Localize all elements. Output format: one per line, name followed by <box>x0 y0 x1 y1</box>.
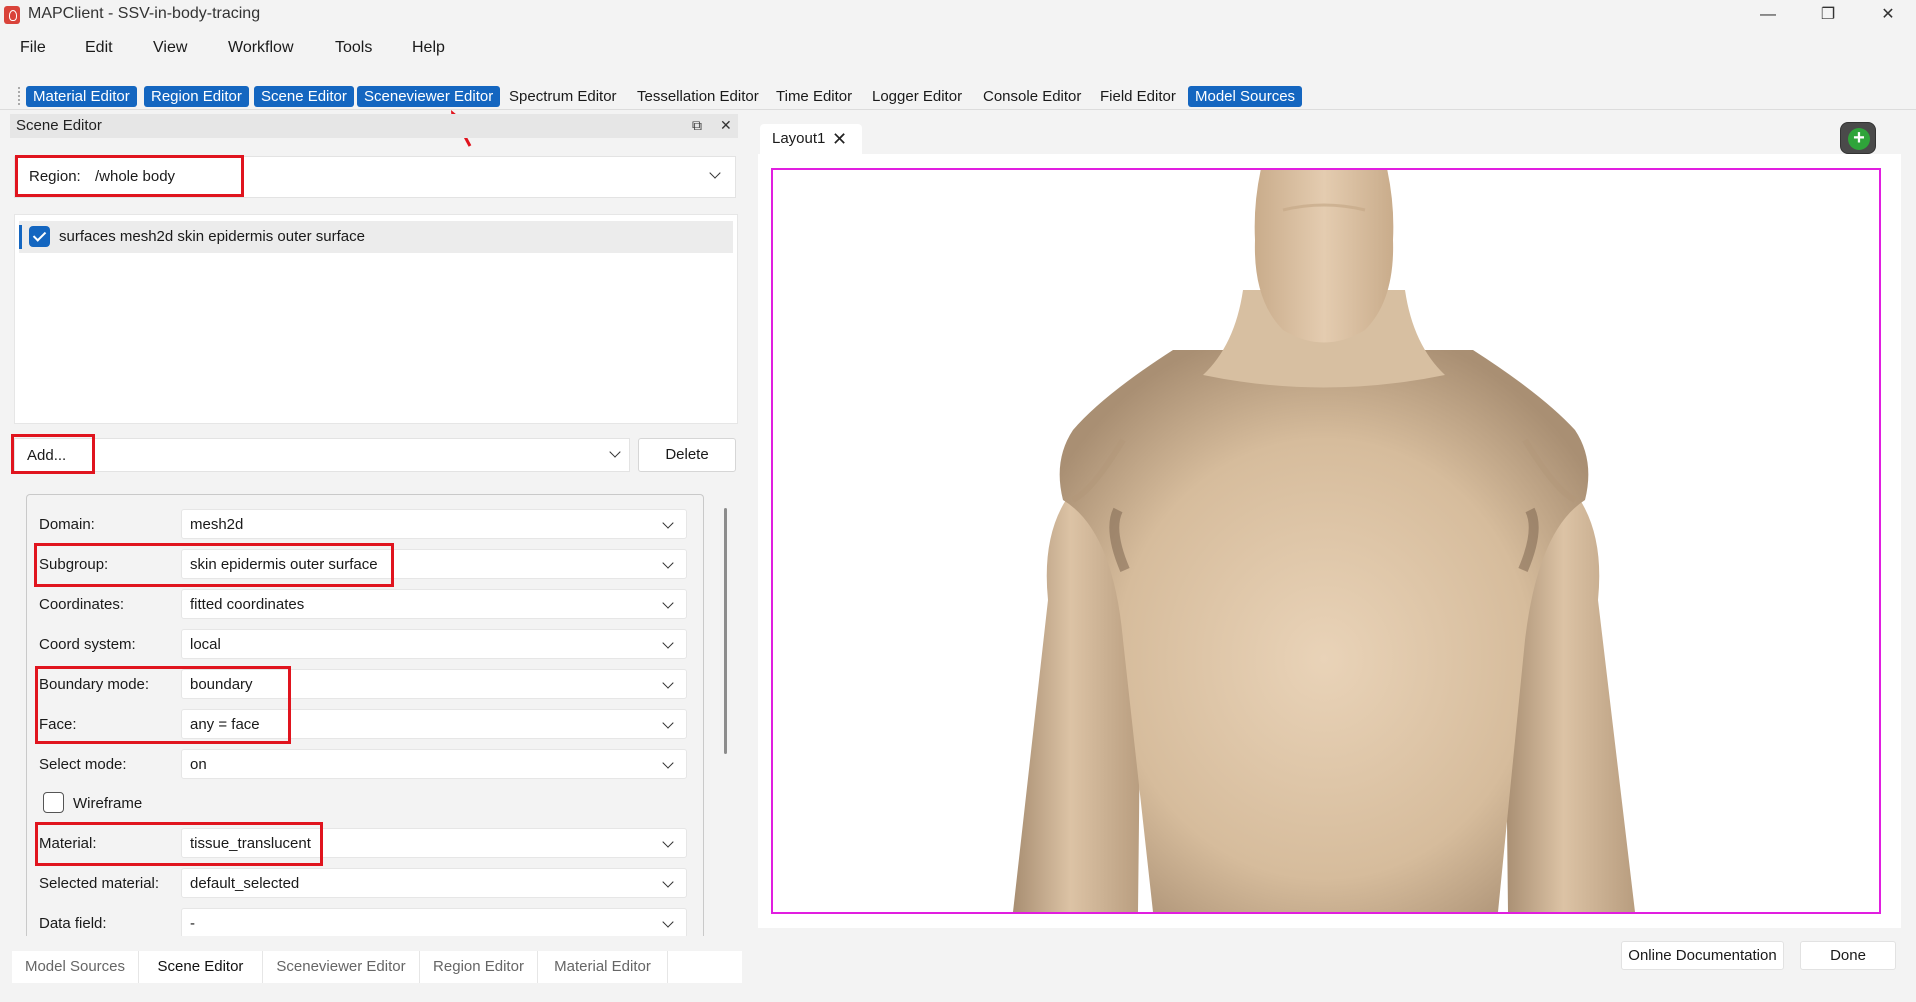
coord-system-row: Coord system: local <box>27 629 687 659</box>
tab-sceneviewer-editor[interactable]: Sceneviewer Editor <box>263 951 420 983</box>
toolbar-console-editor[interactable]: Console Editor <box>976 86 1088 107</box>
chevron-down-icon <box>662 717 674 729</box>
chevron-down-icon <box>609 446 621 458</box>
selected-material-dropdown[interactable]: default_selected <box>181 868 687 898</box>
toolbar-spectrum-editor[interactable]: Spectrum Editor <box>502 86 624 107</box>
chevron-down-icon <box>662 757 674 769</box>
toolbar-field-editor[interactable]: Field Editor <box>1093 86 1183 107</box>
toolbar-logger-editor[interactable]: Logger Editor <box>865 86 969 107</box>
add-graphics-dropdown[interactable]: Add... <box>14 438 630 472</box>
toolbar-scene-editor[interactable]: Scene Editor <box>254 86 354 107</box>
3d-viewport[interactable] <box>771 168 1881 914</box>
layout-tab[interactable]: Layout1 ✕ <box>760 124 862 154</box>
data-field-label: Data field: <box>39 915 107 932</box>
online-documentation-button[interactable]: Online Documentation <box>1621 941 1784 970</box>
editor-toolbar: Material Editor Region Editor Scene Edit… <box>0 84 1916 110</box>
window-title: MAPClient - SSV-in-body-tracing <box>28 5 261 22</box>
menu-view[interactable]: View <box>153 39 187 57</box>
scene-editor-dock-title: Scene Editor ⧉ ✕ <box>10 114 738 138</box>
domain-value: mesh2d <box>190 516 244 533</box>
chevron-down-icon <box>662 677 674 689</box>
graphics-list: surfaces mesh2d skin epidermis outer sur… <box>14 214 738 424</box>
annotation-highlight-material <box>35 822 323 866</box>
annotation-highlight-add <box>11 434 95 474</box>
data-field-row: Data field: - <box>27 908 687 936</box>
annotation-highlight-boundary-face <box>35 666 291 744</box>
mapclient-app-icon <box>4 6 20 24</box>
tab-material-editor[interactable]: Material Editor <box>538 951 668 983</box>
body-model-render <box>1013 170 1635 912</box>
domain-dropdown[interactable]: mesh2d <box>181 509 687 539</box>
selection-indicator <box>19 225 22 249</box>
dock-title-text: Scene Editor <box>16 117 102 134</box>
add-layout-button[interactable] <box>1840 122 1876 154</box>
select-mode-dropdown[interactable]: on <box>181 749 687 779</box>
menu-file[interactable]: File <box>20 39 46 57</box>
close-window-button[interactable]: ✕ <box>1868 2 1908 28</box>
toolbar-sceneviewer-editor[interactable]: Sceneviewer Editor <box>357 86 501 107</box>
selected-material-value: default_selected <box>190 875 300 892</box>
chevron-down-icon <box>662 557 674 569</box>
chevron-down-icon <box>662 876 674 888</box>
bottom-tab-bar: Model Sources Scene Editor Sceneviewer E… <box>12 951 742 983</box>
annotation-highlight-region <box>15 155 244 197</box>
menu-edit[interactable]: Edit <box>85 39 113 57</box>
dock-close-icon[interactable]: ✕ <box>720 117 732 134</box>
tab-scene-editor[interactable]: Scene Editor <box>139 951 263 983</box>
tab-region-editor[interactable]: Region Editor <box>420 951 538 983</box>
close-tab-icon[interactable]: ✕ <box>832 130 847 148</box>
wireframe-label: Wireframe <box>73 795 143 812</box>
toolbar-material-editor[interactable]: Material Editor <box>26 86 137 107</box>
tab-model-sources[interactable]: Model Sources <box>12 951 139 983</box>
title-bar: MAPClient - SSV-in-body-tracing — ❐ ✕ <box>0 0 1916 30</box>
chevron-down-icon <box>709 167 721 179</box>
toolbar-time-editor[interactable]: Time Editor <box>769 86 859 107</box>
domain-row: Domain: mesh2d <box>27 509 687 539</box>
domain-label: Domain: <box>39 516 95 533</box>
coord-system-value: local <box>190 636 221 653</box>
coord-system-dropdown[interactable]: local <box>181 629 687 659</box>
coordinates-label: Coordinates: <box>39 596 125 613</box>
chevron-down-icon <box>662 637 674 649</box>
toolbar-model-sources[interactable]: Model Sources <box>1188 86 1303 107</box>
select-mode-row: Select mode: on <box>27 749 687 779</box>
toolbar-region-editor[interactable]: Region Editor <box>144 86 249 107</box>
select-mode-value: on <box>190 756 207 773</box>
data-field-dropdown[interactable]: - <box>181 908 687 936</box>
menu-help[interactable]: Help <box>412 39 445 57</box>
done-button[interactable]: Done <box>1800 941 1896 970</box>
chevron-down-icon <box>662 597 674 609</box>
toolbar-grip[interactable] <box>18 87 20 105</box>
toolbar-divider <box>0 109 1916 110</box>
chevron-down-icon <box>662 517 674 529</box>
add-delete-row: Add... Delete <box>14 438 736 472</box>
layout-tab-label: Layout1 <box>772 130 826 147</box>
restore-button[interactable]: ❐ <box>1808 2 1848 28</box>
menu-tools[interactable]: Tools <box>335 39 372 57</box>
delete-button[interactable]: Delete <box>638 438 736 472</box>
list-item[interactable]: surfaces mesh2d skin epidermis outer sur… <box>19 221 733 253</box>
annotation-highlight-subgroup <box>34 543 394 587</box>
selected-material-label: Selected material: <box>39 875 160 892</box>
graphics-item-label: surfaces mesh2d skin epidermis outer sur… <box>59 228 365 245</box>
dock-float-icon[interactable]: ⧉ <box>692 117 702 134</box>
data-field-value: - <box>190 915 195 932</box>
toolbar-tessellation-editor[interactable]: Tessellation Editor <box>630 86 766 107</box>
visibility-checkbox[interactable] <box>29 226 50 247</box>
minimize-button[interactable]: — <box>1748 2 1788 28</box>
chevron-down-icon <box>662 916 674 928</box>
coordinates-value: fitted coordinates <box>190 596 305 613</box>
settings-scrollbar[interactable] <box>724 508 727 754</box>
coordinates-dropdown[interactable]: fitted coordinates <box>181 589 687 619</box>
coord-system-label: Coord system: <box>39 636 136 653</box>
coordinates-row: Coordinates: fitted coordinates <box>27 589 687 619</box>
chevron-down-icon <box>662 836 674 848</box>
wireframe-checkbox[interactable] <box>43 792 64 813</box>
wireframe-row: Wireframe <box>27 788 687 818</box>
selected-material-row: Selected material: default_selected <box>27 868 687 898</box>
select-mode-label: Select mode: <box>39 756 127 773</box>
menu-workflow[interactable]: Workflow <box>228 39 294 57</box>
menu-bar: File Edit View Workflow Tools Help <box>0 34 1916 64</box>
